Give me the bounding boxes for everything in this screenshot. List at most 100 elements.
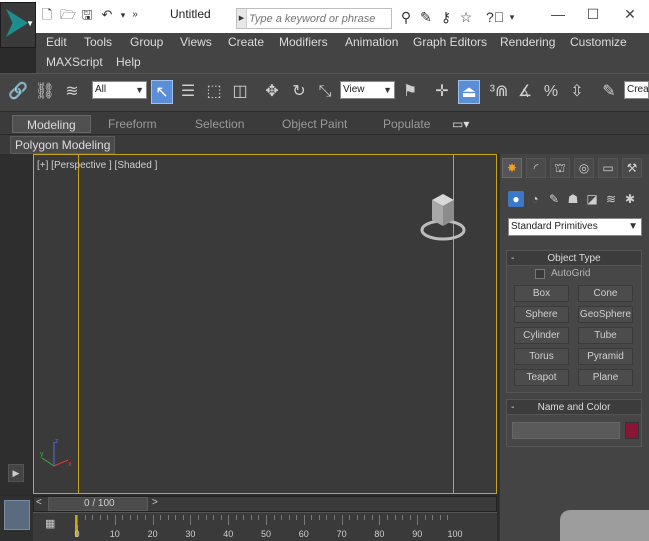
menu-graph-editors[interactable]: Graph Editors — [413, 35, 487, 49]
name-and-color-rollout: - Name and Color — [506, 399, 642, 447]
plane-button[interactable]: Plane — [578, 369, 633, 386]
lights-category-icon[interactable]: ✎ — [546, 191, 562, 207]
undo-icon[interactable]: ↶ — [100, 8, 114, 22]
time-slider[interactable]: < 0 / 100 > — [33, 496, 497, 512]
tab-freeform[interactable]: Freeform — [108, 115, 157, 133]
pivot-point-center-icon[interactable]: ⚑ — [399, 80, 421, 104]
new-file-icon[interactable]: 🗋 — [40, 8, 54, 22]
time-next-icon[interactable]: > — [152, 497, 158, 508]
systems-category-icon[interactable]: ✱ — [622, 191, 638, 207]
favorites-star-icon[interactable]: ☆ — [458, 9, 474, 25]
menu-animation[interactable]: Animation — [345, 35, 398, 49]
edit-named-selection-icon[interactable]: ✎ — [598, 80, 620, 104]
object-color-swatch[interactable] — [625, 422, 639, 439]
object-type-header[interactable]: - Object Type — [507, 251, 641, 266]
menu-create[interactable]: Create — [228, 35, 264, 49]
expand-panel-icon[interactable]: ▶ — [8, 464, 24, 482]
tab-populate[interactable]: Populate — [383, 115, 430, 133]
create-panel-tab[interactable]: ✸ — [502, 158, 522, 178]
percent-snap-icon[interactable]: % — [540, 80, 562, 104]
primitive-type-dropdown[interactable]: Standard Primitives ▼ — [508, 218, 642, 236]
menu-modifiers[interactable]: Modifiers — [279, 35, 328, 49]
open-file-icon[interactable]: 🗁 — [60, 8, 76, 22]
menu-tools[interactable]: Tools — [84, 35, 112, 49]
tab-modeling[interactable]: Modeling — [12, 115, 91, 133]
geosphere-button[interactable]: GeoSphere — [578, 306, 633, 323]
select-move-icon[interactable]: ✥ — [261, 80, 283, 104]
search-expand-icon[interactable]: ▶ — [237, 9, 247, 28]
keyboard-shortcut-override-icon[interactable]: ⏏ — [458, 80, 480, 104]
name-and-color-header[interactable]: - Name and Color — [507, 400, 641, 415]
utilities-panel-tab[interactable]: ⚒ — [622, 158, 642, 178]
modify-panel-tab[interactable]: ◜ — [526, 158, 546, 178]
tab-object-paint[interactable]: Object Paint — [282, 115, 347, 133]
menu-group[interactable]: Group — [130, 35, 163, 49]
ribbon-options-icon[interactable]: ▭▾ — [452, 115, 469, 133]
pyramid-button[interactable]: Pyramid — [578, 348, 633, 365]
display-panel-tab[interactable]: ▭ — [598, 158, 618, 178]
maximize-icon[interactable]: ☐ — [583, 5, 603, 23]
create-selection-set-dropdown[interactable]: Crea — [624, 81, 649, 99]
teapot-button[interactable]: Teapot — [514, 369, 569, 386]
snaps-toggle-icon[interactable]: ³⋒ — [488, 80, 510, 104]
hierarchy-panel-tab[interactable]: ⛫ — [550, 158, 570, 178]
more-quick-access-icon[interactable]: » — [128, 8, 142, 22]
menu-help[interactable]: Help — [116, 55, 141, 69]
select-manipulate-icon[interactable]: ✛ — [431, 80, 453, 104]
box-button[interactable]: Box — [514, 285, 569, 302]
minimize-icon[interactable]: — — [548, 5, 568, 23]
menu-edit[interactable]: Edit — [46, 35, 67, 49]
motion-panel-tab[interactable]: ◎ — [574, 158, 594, 178]
spinner-snap-icon[interactable]: ⇳ — [566, 80, 588, 104]
help-dropdown-icon[interactable]: ▾ — [504, 9, 520, 25]
select-scale-icon[interactable]: ⤡ — [314, 80, 336, 104]
curve-editor-icon[interactable]: ▦ — [45, 517, 59, 533]
ribbon-tab-bar: Modeling Freeform Selection Object Paint… — [0, 112, 649, 134]
angle-snap-icon[interactable]: ∡ — [514, 80, 536, 104]
cylinder-button[interactable]: Cylinder — [514, 327, 569, 344]
tools-icon[interactable]: ✎ — [418, 9, 434, 25]
unlink-icon[interactable]: ⛓ — [34, 80, 56, 104]
app-logo-icon[interactable]: ▼ — [0, 2, 36, 48]
save-file-icon[interactable]: 🖫 — [80, 8, 94, 22]
link-icon[interactable]: 🔗 — [7, 80, 29, 104]
window-crossing-icon[interactable]: ◫ — [229, 80, 251, 104]
autogrid-checkbox[interactable] — [535, 269, 545, 279]
helpers-category-icon[interactable]: ◪ — [584, 191, 600, 207]
select-by-name-icon[interactable]: ☰ — [177, 80, 199, 104]
help-icon[interactable]: ?⃝ — [486, 9, 504, 25]
rectangular-selection-icon[interactable]: ⬚ — [203, 80, 225, 104]
bind-space-warp-icon[interactable]: ≋ — [61, 80, 83, 104]
tab-selection[interactable]: Selection — [195, 115, 244, 133]
binoculars-icon[interactable]: ⚲ — [398, 9, 414, 25]
shapes-category-icon[interactable]: ◔ — [527, 191, 543, 207]
reference-coordinate-dropdown[interactable]: View ▼ — [340, 81, 395, 99]
viewcube-icon[interactable] — [420, 186, 466, 244]
select-object-icon[interactable]: ↖ — [151, 80, 173, 104]
select-rotate-icon[interactable]: ↻ — [288, 80, 310, 104]
key-icon[interactable]: ⚷ — [438, 9, 454, 25]
sphere-button[interactable]: Sphere — [514, 306, 569, 323]
close-icon[interactable]: ✕ — [620, 5, 640, 23]
object-name-field[interactable] — [512, 422, 620, 439]
polygon-modeling-panel[interactable]: Polygon Modeling — [10, 136, 116, 154]
tube-button[interactable]: Tube — [578, 327, 633, 344]
viewport-label[interactable]: [+] [Perspective ] [Shaded ] — [37, 160, 157, 171]
track-bar[interactable]: ▦ 0 10 20 30 40 50 60 70 80 90 100 — [33, 512, 497, 541]
menu-customize[interactable]: Customize — [570, 35, 627, 49]
time-prev-icon[interactable]: < — [36, 497, 42, 508]
geometry-category-icon[interactable]: ● — [508, 191, 524, 207]
frame-tick — [190, 515, 192, 525]
space-warps-category-icon[interactable]: ≋ — [603, 191, 619, 207]
maxscript-listener-icon[interactable] — [4, 500, 30, 530]
menu-maxscript[interactable]: MAXScript — [46, 55, 103, 69]
selection-filter-dropdown[interactable]: All ▼ — [92, 81, 147, 99]
cone-button[interactable]: Cone — [578, 285, 633, 302]
search-input[interactable] — [249, 11, 389, 26]
menu-views[interactable]: Views — [180, 35, 212, 49]
torus-button[interactable]: Torus — [514, 348, 569, 365]
menu-rendering[interactable]: Rendering — [500, 35, 555, 49]
frame-tick-label: 80 — [374, 529, 385, 539]
viewport-left-strip: ▶ — [0, 154, 33, 494]
cameras-category-icon[interactable]: ☗ — [565, 191, 581, 207]
